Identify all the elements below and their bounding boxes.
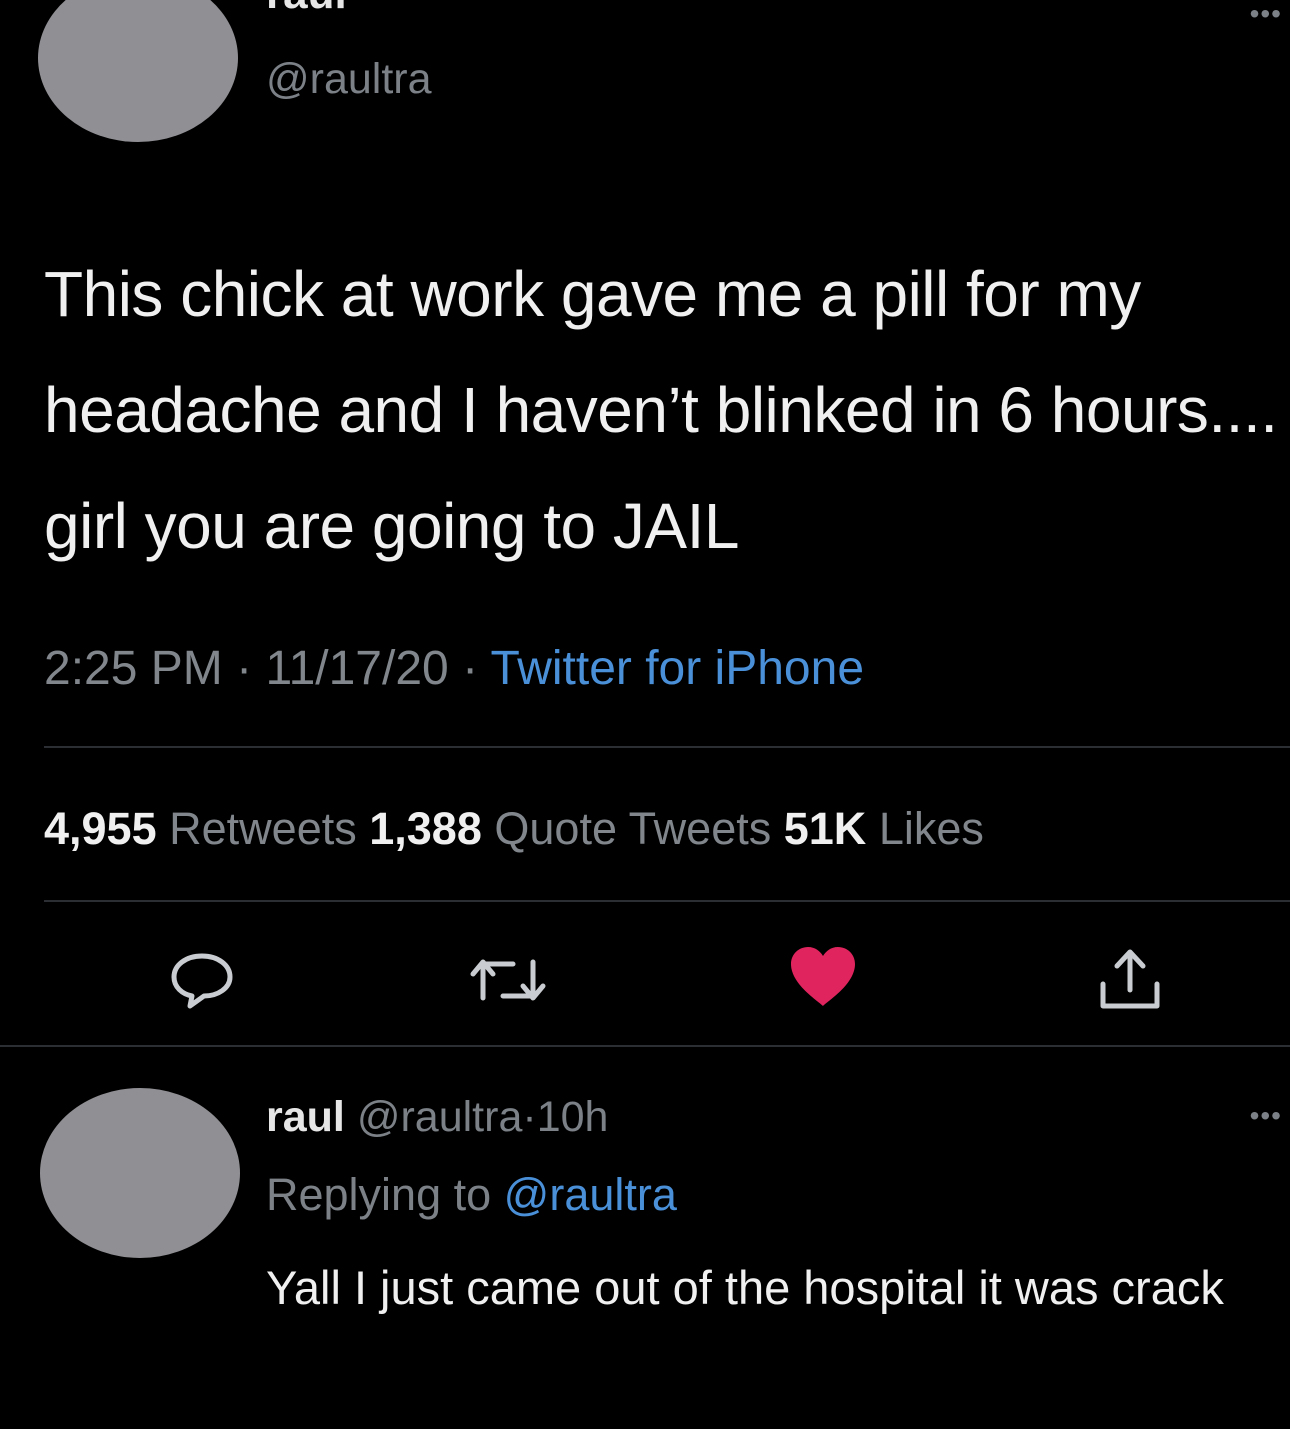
speech-bubble-icon [171, 953, 233, 1009]
replying-to-label: Replying to [266, 1169, 492, 1220]
reply-tweet-text: Yall I just came out of the hospital it … [266, 1261, 1224, 1314]
main-tweet-display-name[interactable]: raul [266, 0, 347, 16]
reply-tweet-avatar[interactable] [40, 1088, 240, 1258]
quote-tweets-count: 1,388 [369, 803, 482, 854]
quote-tweets-label: Quote Tweets [494, 803, 772, 854]
divider [44, 900, 1290, 902]
share-icon [1100, 949, 1160, 1009]
main-tweet-text: This chick at work gave me a pill for my… [44, 258, 1278, 562]
likes-count: 51K [783, 803, 867, 854]
tweet-date: 11/17/20 [265, 642, 449, 695]
retweets-count: 4,955 [44, 803, 157, 854]
meta-separator: · [522, 1093, 537, 1141]
reply-tweet-age[interactable]: 10h [537, 1093, 609, 1141]
like-button[interactable] [787, 944, 859, 1010]
retweet-button[interactable] [467, 952, 549, 1008]
retweets-label: Retweets [169, 803, 357, 854]
replying-to-handle-link[interactable]: @raultra [504, 1169, 677, 1220]
reply-button[interactable] [166, 950, 238, 1010]
divider [44, 746, 1290, 748]
more-dots-icon[interactable]: ••• [1250, 0, 1282, 28]
share-button[interactable] [1095, 946, 1165, 1012]
meta-separator: · [236, 642, 253, 695]
likes-stat[interactable]: 51K Likes [784, 803, 984, 854]
tweet-stats: 4,955 Retweets 1,388 Quote Tweets 51K Li… [44, 806, 984, 851]
reply-tweet-display-name[interactable]: raul [266, 1093, 345, 1141]
reply-tweet-header: raul @raultra·10h [266, 1096, 608, 1139]
more-dots-icon[interactable]: ••• [1250, 1102, 1282, 1130]
heart-icon [791, 947, 855, 1006]
meta-separator: · [462, 642, 479, 695]
retweets-stat[interactable]: 4,955 Retweets [44, 803, 357, 854]
likes-label: Likes [878, 803, 984, 854]
retweet-icon [470, 959, 546, 1001]
tweet-time: 2:25 PM [44, 642, 223, 695]
reply-tweet-handle[interactable]: @raultra [357, 1093, 523, 1141]
main-tweet-avatar[interactable] [38, 0, 238, 142]
replying-to-line: Replying to @raultra [266, 1172, 677, 1217]
divider [0, 1045, 1290, 1047]
quote-tweets-stat[interactable]: 1,388 Quote Tweets [369, 803, 771, 854]
main-tweet-handle[interactable]: @raultra [266, 58, 432, 101]
tweet-source-link[interactable]: Twitter for iPhone [491, 642, 865, 695]
main-tweet-meta: 2:25 PM · 11/17/20 · Twitter for iPhone [44, 645, 864, 693]
